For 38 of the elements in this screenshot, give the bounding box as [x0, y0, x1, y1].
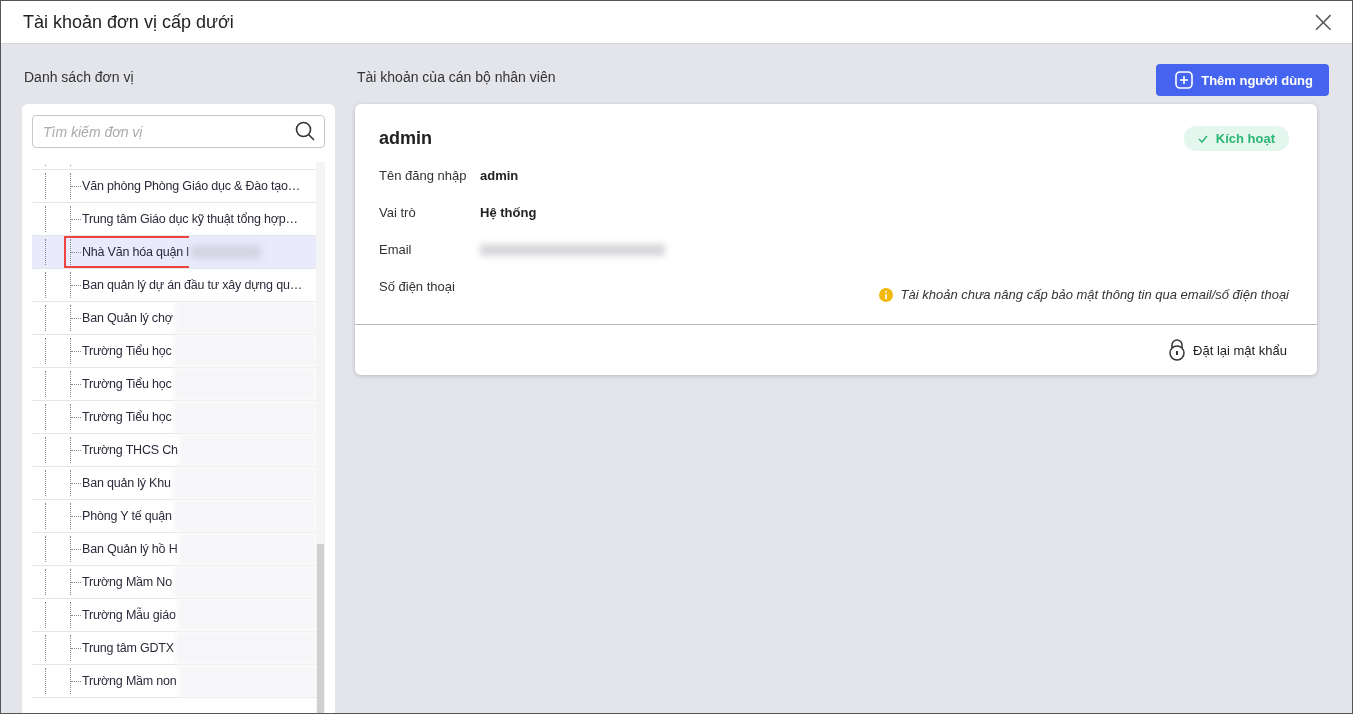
tree-item[interactable]: Phòng Y tế quận: [64, 500, 172, 532]
tree-item[interactable]: Trường Mầm No: [64, 566, 172, 598]
tree-item[interactable]: Nhà Văn hóa quận l: [64, 236, 189, 268]
tree-item[interactable]: Trường Tiểu học: [64, 335, 172, 367]
close-button[interactable]: ×: [1306, 8, 1340, 36]
info-icon: [878, 287, 893, 302]
tree-item[interactable]: Trường Mầm non: [64, 665, 177, 697]
section-title: Tài khoản của cán bộ nhân viên: [357, 68, 556, 86]
tree-item[interactable]: Văn phòng Phòng Giáo dục & Đào tạo…: [64, 170, 301, 202]
field-label: Số điện thoại: [379, 279, 456, 294]
tree-item[interactable]: Trường Tiểu học: [64, 401, 172, 433]
warning-text: Tài khoản chưa nâng cấp bảo mật thông tin qua email/số điện thoại: [900, 287, 1289, 302]
section-title: Danh sách đơn vị: [24, 68, 134, 86]
tree-item[interactable]: Trường Mẫu giáo: [64, 599, 176, 631]
scrollbar-thumb[interactable]: [317, 544, 324, 713]
check-icon: [1197, 134, 1208, 143]
search-icon: [295, 121, 315, 141]
add-user-button[interactable]: Thêm người dùng: [1156, 64, 1329, 96]
tree-item[interactable]: Trung tâm GDTX: [64, 632, 174, 664]
account-name: admin: [379, 128, 432, 149]
plus-icon: [1175, 71, 1194, 89]
field-label: Tên đăng nhập: [379, 168, 468, 183]
search-field[interactable]: Tìm kiếm đơn vị: [32, 115, 325, 148]
tree-item[interactable]: Ban quản lý Khu: [64, 467, 171, 499]
field-label: Email: [379, 242, 413, 257]
tree-item[interactable]: Ban Quản lý chợ: [64, 302, 173, 334]
status-badge: Kích hoạt: [1183, 126, 1289, 151]
dialog-title: Tài khoản đơn vị cấp dưới: [23, 11, 234, 33]
lock-icon: [1167, 339, 1188, 361]
tree-item[interactable]: Trường Tiểu học: [64, 368, 172, 400]
field-value: Hệ thống: [480, 205, 537, 220]
reset-password-button[interactable]: Đặt lại mật khẩu: [1167, 339, 1287, 361]
tree-item[interactable]: Trường THCS Ch: [64, 434, 178, 466]
tree-item[interactable]: Ban quản lý dự án đầu tư xây dựng qu…: [64, 269, 302, 301]
tree-item[interactable]: Ban Quản lý hồ H: [64, 533, 178, 565]
tree-item[interactable]: Trung tâm Giáo dục kỹ thuật tổng hợp…: [64, 203, 298, 235]
field-value: admin: [480, 168, 519, 183]
field-label: Vai trò: [379, 205, 417, 220]
